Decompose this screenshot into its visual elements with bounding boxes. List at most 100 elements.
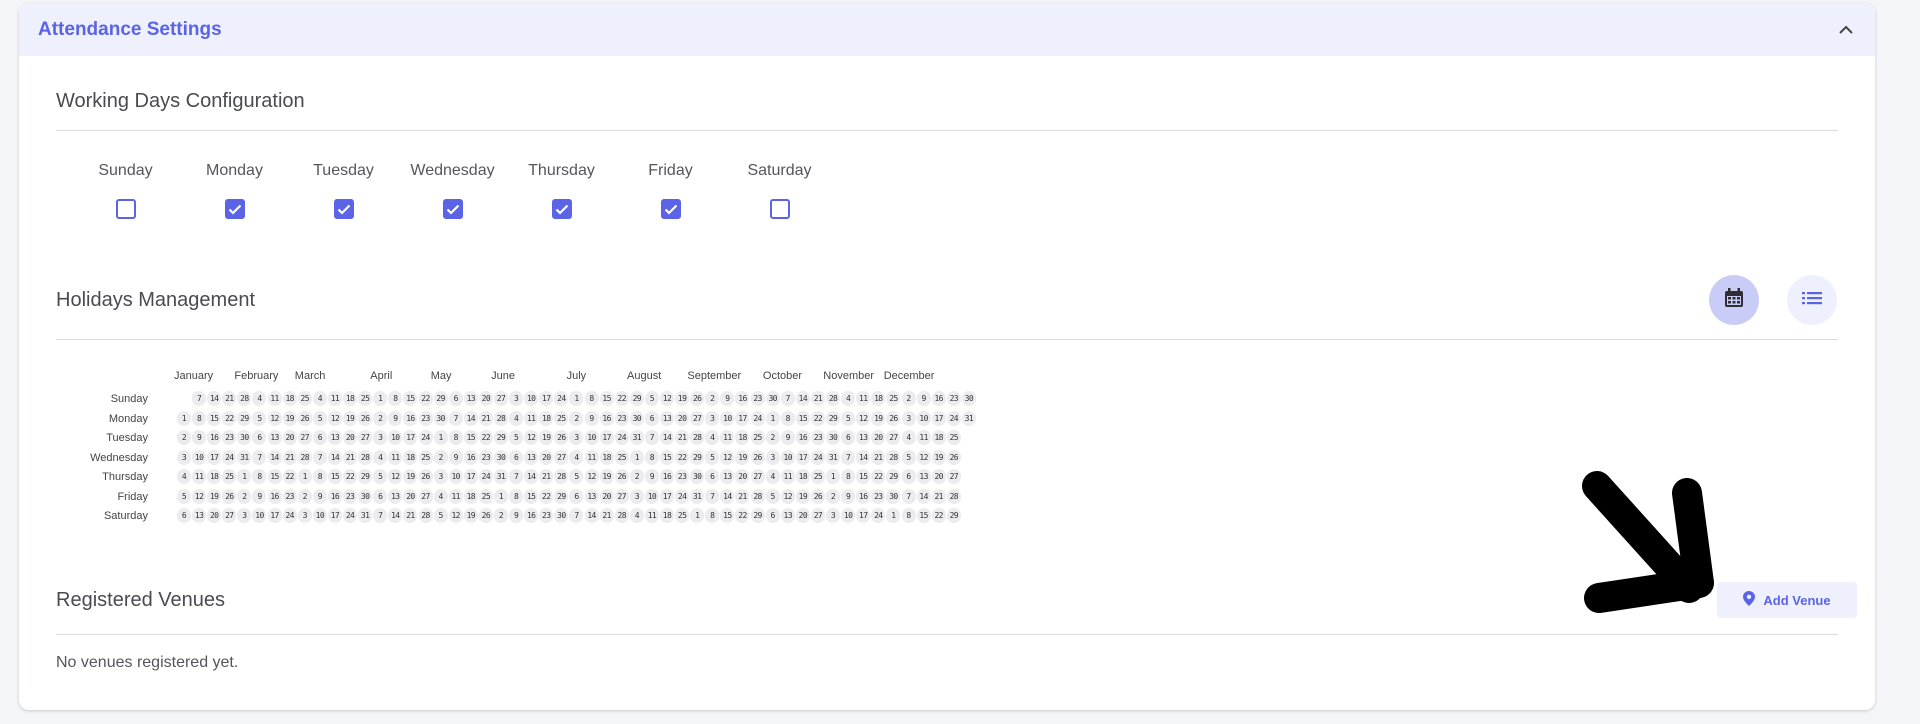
calendar-day-cell[interactable]: 19 xyxy=(931,449,946,465)
calendar-day-cell[interactable]: 13 xyxy=(327,430,342,446)
calendar-day-cell[interactable]: 15 xyxy=(916,508,931,524)
calendar-day-cell[interactable]: 27 xyxy=(946,469,961,485)
calendar-day-cell[interactable]: 26 xyxy=(946,449,961,465)
calendar-day-cell[interactable]: 4 xyxy=(509,410,524,426)
calendar-day-cell[interactable]: 9 xyxy=(780,430,795,446)
calendar-day-cell[interactable]: 11 xyxy=(720,430,735,446)
calendar-day-cell[interactable]: 14 xyxy=(524,469,539,485)
day-option-thursday[interactable]: Thursday xyxy=(507,160,616,219)
calendar-day-cell[interactable]: 18 xyxy=(207,469,222,485)
calendar-day-cell[interactable]: 3 xyxy=(509,391,524,407)
calendar-day-cell[interactable]: 20 xyxy=(871,430,886,446)
calendar-day-cell[interactable]: 20 xyxy=(795,508,810,524)
calendar-day-cell[interactable]: 16 xyxy=(463,449,478,465)
calendar-day-cell[interactable]: 2 xyxy=(433,449,448,465)
calendar-day-cell[interactable]: 3 xyxy=(569,430,584,446)
calendar-day-cell[interactable]: 27 xyxy=(810,508,825,524)
calendar-day-cell[interactable]: 26 xyxy=(297,410,312,426)
calendar-day-cell[interactable]: 18 xyxy=(463,488,478,504)
calendar-day-cell[interactable]: 1 xyxy=(886,508,901,524)
calendar-day-cell[interactable]: 23 xyxy=(282,488,297,504)
calendar-day-cell[interactable]: 6 xyxy=(252,430,267,446)
calendar-day-cell[interactable]: 27 xyxy=(297,430,312,446)
calendar-day-cell[interactable]: 23 xyxy=(343,488,358,504)
calendar-day-cell[interactable]: 15 xyxy=(720,508,735,524)
calendar-day-cell[interactable]: 7 xyxy=(901,488,916,504)
calendar-day-cell[interactable]: 25 xyxy=(886,391,901,407)
calendar-day-cell[interactable]: 14 xyxy=(584,508,599,524)
calendar-day-cell[interactable]: 26 xyxy=(222,488,237,504)
calendar-day-cell[interactable]: 21 xyxy=(735,488,750,504)
calendar-day-cell[interactable]: 3 xyxy=(629,488,644,504)
calendar-day-cell[interactable]: 30 xyxy=(961,391,976,407)
calendar-day-cell[interactable]: 20 xyxy=(539,449,554,465)
calendar-day-cell[interactable]: 16 xyxy=(524,508,539,524)
calendar-day-cell[interactable]: 25 xyxy=(297,391,312,407)
calendar-day-cell[interactable]: 15 xyxy=(327,469,342,485)
calendar-day-cell[interactable]: 1 xyxy=(493,488,508,504)
calendar-day-cell[interactable]: 29 xyxy=(433,391,448,407)
calendar-day-cell[interactable]: 2 xyxy=(826,488,841,504)
calendar-day-cell[interactable]: 8 xyxy=(252,469,267,485)
calendar-day-cell[interactable]: 1 xyxy=(433,430,448,446)
calendar-day-cell[interactable]: 1 xyxy=(826,469,841,485)
calendar-day-cell[interactable]: 23 xyxy=(871,488,886,504)
calendar-day-cell[interactable]: 10 xyxy=(252,508,267,524)
calendar-day-cell[interactable]: 25 xyxy=(222,469,237,485)
calendar-day-cell[interactable]: 1 xyxy=(690,508,705,524)
calendar-day-cell[interactable]: 30 xyxy=(433,410,448,426)
calendar-day-cell[interactable]: 27 xyxy=(690,410,705,426)
calendar-day-cell[interactable]: 17 xyxy=(856,508,871,524)
calendar-day-cell[interactable]: 27 xyxy=(418,488,433,504)
calendar-day-cell[interactable]: 13 xyxy=(720,469,735,485)
calendar-day-cell[interactable]: 13 xyxy=(856,430,871,446)
calendar-day-cell[interactable]: 15 xyxy=(599,391,614,407)
calendar-day-cell[interactable]: 8 xyxy=(705,508,720,524)
calendar-day-cell[interactable]: 7 xyxy=(192,391,207,407)
calendar-day-cell[interactable]: 3 xyxy=(237,508,252,524)
calendar-day-cell[interactable]: 29 xyxy=(237,410,252,426)
calendar-day-cell[interactable]: 25 xyxy=(946,430,961,446)
calendar-day-cell[interactable]: 12 xyxy=(856,410,871,426)
calendar-day-cell[interactable]: 29 xyxy=(493,430,508,446)
calendar-day-cell[interactable]: 4 xyxy=(433,488,448,504)
calendar-day-cell[interactable]: 26 xyxy=(358,410,373,426)
calendar-day-cell[interactable]: 27 xyxy=(493,391,508,407)
calendar-day-cell[interactable]: 23 xyxy=(418,410,433,426)
calendar-day-cell[interactable]: 21 xyxy=(810,391,825,407)
calendar-day-cell[interactable]: 23 xyxy=(614,410,629,426)
calendar-day-cell[interactable]: 5 xyxy=(312,410,327,426)
calendar-day-cell[interactable]: 20 xyxy=(599,488,614,504)
calendar-day-cell[interactable]: 11 xyxy=(327,391,342,407)
calendar-day-cell[interactable]: 29 xyxy=(946,508,961,524)
calendar-day-cell[interactable]: 12 xyxy=(916,449,931,465)
calendar-day-cell[interactable]: 24 xyxy=(810,449,825,465)
calendar-view-button[interactable] xyxy=(1709,275,1759,325)
calendar-day-cell[interactable]: 25 xyxy=(810,469,825,485)
calendar-day-cell[interactable]: 4 xyxy=(252,391,267,407)
calendar-day-cell[interactable]: 1 xyxy=(237,469,252,485)
calendar-day-cell[interactable]: 28 xyxy=(358,449,373,465)
calendar-day-cell[interactable]: 15 xyxy=(795,410,810,426)
calendar-day-cell[interactable]: 19 xyxy=(735,449,750,465)
calendar-day-cell[interactable]: 26 xyxy=(750,449,765,465)
calendar-day-cell[interactable]: 21 xyxy=(599,508,614,524)
calendar-day-cell[interactable]: 7 xyxy=(252,449,267,465)
day-checkbox-saturday[interactable] xyxy=(769,199,790,219)
day-checkbox-tuesday[interactable] xyxy=(333,199,354,219)
calendar-day-cell[interactable]: 20 xyxy=(478,391,493,407)
calendar-day-cell[interactable]: 17 xyxy=(463,469,478,485)
calendar-day-cell[interactable]: 31 xyxy=(961,410,976,426)
calendar-day-cell[interactable]: 4 xyxy=(569,449,584,465)
calendar-day-cell[interactable]: 2 xyxy=(177,430,191,446)
calendar-day-cell[interactable]: 22 xyxy=(478,430,493,446)
calendar-day-cell[interactable]: 21 xyxy=(675,430,690,446)
calendar-day-cell[interactable]: 5 xyxy=(705,449,720,465)
calendar-day-cell[interactable]: 10 xyxy=(780,449,795,465)
calendar-day-cell[interactable]: 15 xyxy=(463,430,478,446)
calendar-day-cell[interactable]: 21 xyxy=(343,449,358,465)
calendar-day-cell[interactable]: 16 xyxy=(267,488,282,504)
calendar-day-cell[interactable]: 4 xyxy=(901,430,916,446)
calendar-day-cell[interactable]: 6 xyxy=(765,508,780,524)
calendar-day-cell[interactable]: 20 xyxy=(735,469,750,485)
